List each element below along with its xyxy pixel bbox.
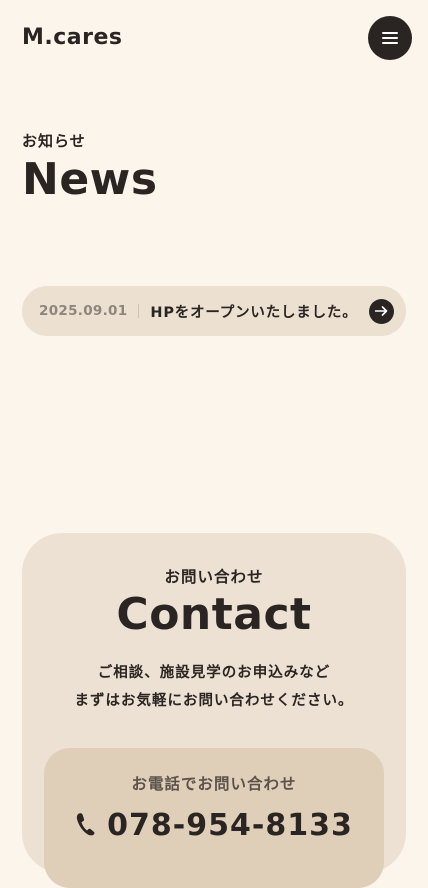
contact-description-line-2: まずはお気軽にお問い合わせください。 xyxy=(74,693,354,709)
contact-description: ご相談、施設見学のお申込みなど まずはお気軽にお問い合わせください。 xyxy=(22,659,406,715)
news-item-title: HPをオープンいたしました。 xyxy=(150,304,358,321)
contact-card: お問い合わせ Contact ご相談、施設見学のお申込みなど まずはお気軽にお問… xyxy=(22,533,406,888)
news-item-date: 2025.09.01 xyxy=(39,303,128,319)
news-subtitle: お知らせ xyxy=(22,132,86,150)
news-item[interactable]: 2025.09.01 HPをオープンいたしました。 xyxy=(22,286,406,336)
news-title: News xyxy=(22,154,158,205)
menu-button[interactable] xyxy=(368,16,412,60)
contact-title: Contact xyxy=(116,589,312,640)
arrow-right-icon xyxy=(369,298,394,324)
logo[interactable]: M.cares xyxy=(22,26,123,50)
phone-number[interactable]: 078-954-8133 xyxy=(107,808,353,843)
contact-subtitle: お問い合わせ xyxy=(164,568,264,586)
contact-description-line-1: ご相談、施設見学のお申込みなど xyxy=(97,665,331,681)
phone-label: お電話でお問い合わせ xyxy=(131,775,297,793)
phone-row[interactable]: 078-954-8133 xyxy=(44,808,384,843)
hamburger-menu-icon xyxy=(382,32,398,45)
phone-icon xyxy=(75,812,95,840)
phone-contact-box[interactable]: お電話でお問い合わせ 078-954-8133 xyxy=(44,748,384,888)
news-item-divider xyxy=(138,304,140,318)
